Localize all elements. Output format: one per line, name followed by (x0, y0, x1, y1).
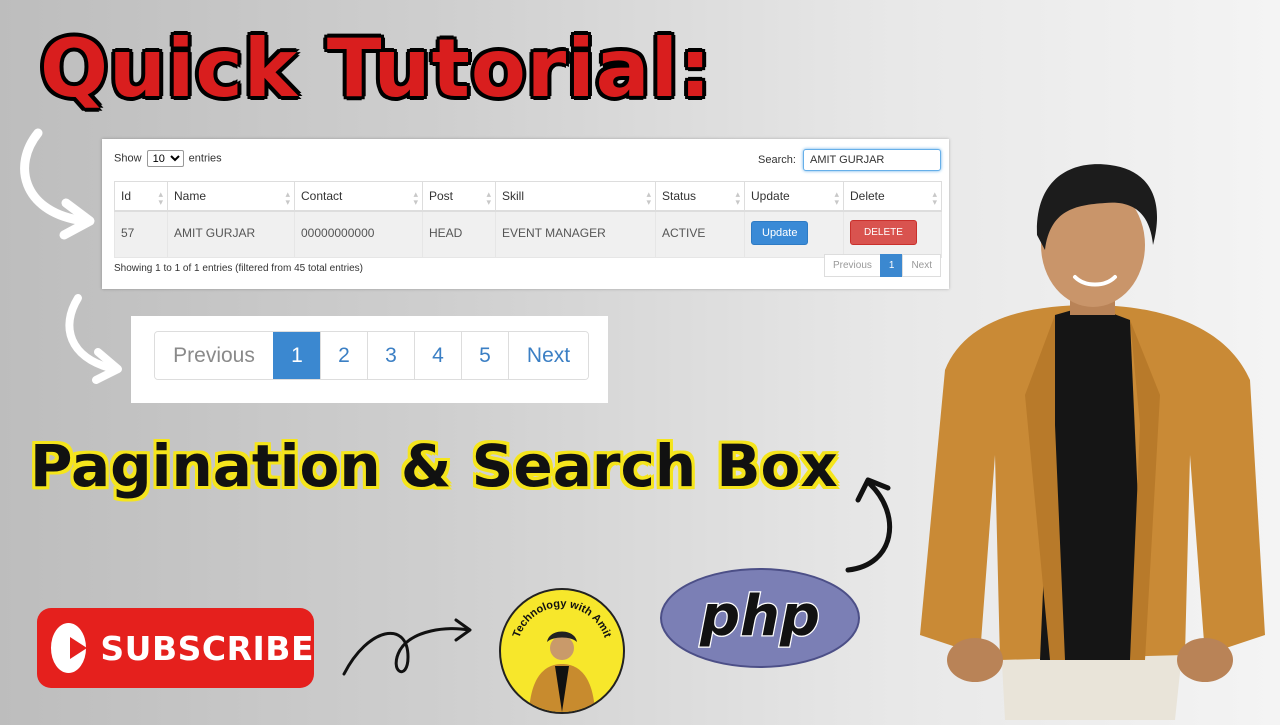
pagination-demo-panel: Previous 1 2 3 4 5 Next (131, 316, 608, 403)
cell-id: 57 (114, 210, 168, 258)
page-button-4[interactable]: 4 (414, 332, 461, 379)
page-button-current[interactable]: 1 (879, 254, 904, 277)
curved-arrow-icon (342, 618, 472, 676)
show-label: Show (114, 152, 142, 165)
cell-skill: EVENT MANAGER (495, 210, 656, 258)
search-label: Search: (758, 154, 796, 166)
php-logo-text: php (699, 584, 820, 649)
column-header-id[interactable]: Id ▴ ▾ (114, 181, 168, 212)
page-button-1[interactable]: 1 (273, 332, 320, 379)
entries-select[interactable]: 10 (146, 150, 184, 167)
entries-label: entries (188, 152, 222, 165)
subscribe-button[interactable]: SUBSCRIBE (37, 608, 314, 688)
curved-arrow-icon (20, 128, 95, 240)
sort-icon: ▴ ▾ (486, 189, 491, 207)
sort-icon: ▴ ▾ (285, 189, 290, 207)
column-header-skill[interactable]: Skill ▴ ▾ (495, 181, 656, 212)
curved-arrow-icon (845, 477, 893, 573)
next-page-button[interactable]: Next (508, 332, 588, 379)
table-info: Showing 1 to 1 of 1 entries (filtered fr… (114, 263, 364, 274)
cell-name: AMIT GURJAR (167, 210, 295, 258)
channel-logo: Technology with Amit (499, 588, 625, 714)
datatable-panel: Show 10 entries Search: Id▴▾ Name▴▾ Cont… (102, 139, 949, 289)
cell-update: Update (744, 210, 844, 258)
sort-icon: ▴ ▾ (413, 189, 418, 207)
sort-icon: ▴ ▾ (646, 189, 651, 207)
entries-length-control: Show 10 entries (114, 150, 222, 167)
sort-icon: ▴ ▾ (834, 189, 839, 207)
column-header-post[interactable]: Post ▴ ▾ (422, 181, 496, 212)
sort-icon: ▴ ▾ (735, 189, 740, 207)
column-header-name[interactable]: Name ▴ ▾ (167, 181, 295, 212)
page-button-2[interactable]: 2 (320, 332, 367, 379)
play-icon (51, 623, 88, 673)
previous-page-button[interactable]: Previous (155, 332, 273, 379)
cell-contact: 00000000000 (294, 210, 423, 258)
cell-status: ACTIVE (655, 210, 745, 258)
page-button-5[interactable]: 5 (461, 332, 508, 379)
php-logo: php (659, 567, 861, 669)
cell-post: HEAD (422, 210, 496, 258)
column-header-status[interactable]: Status ▴ ▾ (655, 181, 745, 212)
table-row: 57 AMIT GURJAR 00000000000 HEAD EVENT MA… (114, 210, 942, 258)
column-header-update[interactable]: Update ▴ ▾ (744, 181, 844, 212)
subtitle: Pagination & Search Box (30, 432, 838, 500)
curved-arrow-icon (65, 294, 122, 384)
headline: Quick Tutorial: (40, 22, 713, 115)
page-button-3[interactable]: 3 (367, 332, 414, 379)
column-header-contact[interactable]: Contact ▴ ▾ (294, 181, 423, 212)
pagination: Previous 1 2 3 4 5 Next (154, 331, 589, 380)
presenter-photo (905, 155, 1275, 720)
previous-page-button[interactable]: Previous (823, 254, 881, 277)
table-header-row: Id ▴ ▾ Name ▴ ▾ Contact ▴ ▾ Post ▴ ▾ Skill ▴ ▾ Sta… (114, 181, 942, 212)
update-button[interactable]: Update (751, 220, 809, 245)
subscribe-label: SUBSCRIBE (100, 628, 314, 668)
data-table: Id ▴ ▾ Name ▴ ▾ Contact ▴ ▾ Post ▴ ▾ Skill ▴ ▾ Sta… (114, 181, 942, 258)
sort-icon: ▴ ▾ (158, 189, 163, 207)
